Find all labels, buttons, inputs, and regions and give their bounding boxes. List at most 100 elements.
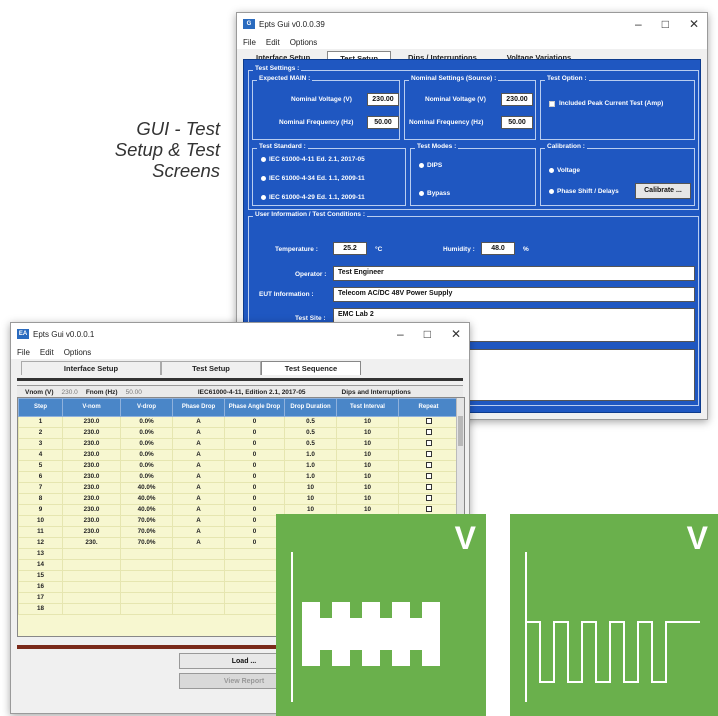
repeat-checkbox[interactable] (425, 495, 432, 502)
table-cell[interactable]: A (172, 515, 225, 527)
standard-radio-3[interactable] (261, 195, 266, 200)
repeat-cell[interactable] (398, 427, 459, 439)
table-cell[interactable]: 10 (336, 460, 399, 472)
table-cell[interactable]: 0.0% (120, 471, 173, 483)
calibrate-button[interactable]: Calibrate ... (635, 183, 691, 199)
column-header-drop-duration[interactable]: Drop Duration (284, 398, 337, 417)
column-header-vdrop[interactable]: V-drop (120, 398, 173, 417)
table-cell[interactable] (120, 603, 173, 615)
table-cell[interactable]: A (172, 504, 225, 516)
table-cell[interactable]: 230.0 (62, 504, 121, 516)
table-cell[interactable] (62, 559, 121, 571)
table-cell[interactable] (172, 548, 225, 560)
tab-test-setup[interactable]: Test Setup (161, 361, 261, 375)
table-row[interactable]: 1 230.0 0.0% A 0 0.5 10 (18, 416, 459, 428)
table-cell[interactable]: 2 (18, 427, 63, 439)
maximize-icon[interactable]: □ (424, 327, 431, 341)
table-cell[interactable]: A (172, 526, 225, 538)
table-cell[interactable]: 230.0 (62, 449, 121, 461)
maximize-icon[interactable]: □ (662, 17, 669, 31)
table-cell[interactable]: 1.0 (284, 449, 337, 461)
table-cell[interactable] (62, 592, 121, 604)
table-cell[interactable]: 16 (18, 581, 63, 593)
table-cell[interactable]: 230.0 (62, 427, 121, 439)
menu-edit[interactable]: Edit (266, 38, 280, 47)
mode-radio-bypass[interactable] (419, 191, 424, 196)
table-cell[interactable] (120, 581, 173, 593)
table-cell[interactable]: 0 (224, 493, 285, 505)
menu-file[interactable]: File (243, 38, 256, 47)
column-header-repeat[interactable]: Repeat (398, 398, 459, 417)
table-cell[interactable]: 0 (224, 449, 285, 461)
table-cell[interactable] (172, 603, 225, 615)
table-cell[interactable]: 0.5 (284, 438, 337, 450)
repeat-checkbox[interactable] (425, 484, 432, 491)
operator-input[interactable]: Test Engineer (333, 266, 695, 281)
column-header-test-interval[interactable]: Test Interval (336, 398, 399, 417)
table-cell[interactable]: 230.0 (62, 438, 121, 450)
standard-radio-1[interactable] (261, 157, 266, 162)
standard-radio-2[interactable] (261, 176, 266, 181)
repeat-cell[interactable] (398, 460, 459, 472)
table-cell[interactable]: 70.0% (120, 537, 173, 549)
table-cell[interactable] (62, 548, 121, 560)
table-cell[interactable]: A (172, 416, 225, 428)
table-cell[interactable]: 3 (18, 438, 63, 450)
table-cell[interactable]: 5 (18, 460, 63, 472)
table-row[interactable]: 8 230.0 40.0% A 0 10 10 (18, 493, 459, 505)
table-cell[interactable]: 0.0% (120, 427, 173, 439)
table-cell[interactable] (62, 603, 121, 615)
table-cell[interactable]: 4 (18, 449, 63, 461)
calibration-radio-voltage[interactable] (549, 168, 554, 173)
table-cell[interactable]: 10 (18, 515, 63, 527)
table-cell[interactable]: 40.0% (120, 504, 173, 516)
table-cell[interactable]: 230.0 (62, 460, 121, 472)
table-row[interactable]: 4 230.0 0.0% A 0 1.0 10 (18, 449, 459, 461)
table-cell[interactable]: 10 (336, 482, 399, 494)
table-cell[interactable]: 230.0 (62, 515, 121, 527)
table-cell[interactable]: 0.5 (284, 416, 337, 428)
table-cell[interactable]: A (172, 460, 225, 472)
table-row[interactable]: 7 230.0 40.0% A 0 10 10 (18, 482, 459, 494)
table-cell[interactable]: 0 (224, 416, 285, 428)
table-cell[interactable]: 1 (18, 416, 63, 428)
table-cell[interactable]: 17 (18, 592, 63, 604)
table-row[interactable]: 5 230.0 0.0% A 0 1.0 10 (18, 460, 459, 472)
repeat-cell[interactable] (398, 493, 459, 505)
table-cell[interactable]: 0.0% (120, 449, 173, 461)
table-cell[interactable]: 6 (18, 471, 63, 483)
table-row[interactable]: 6 230.0 0.0% A 0 1.0 10 (18, 471, 459, 483)
table-cell[interactable]: 0.5 (284, 427, 337, 439)
table-cell[interactable]: A (172, 427, 225, 439)
humidity-input[interactable]: 48.0 (481, 242, 515, 255)
table-cell[interactable] (172, 592, 225, 604)
table-cell[interactable] (120, 570, 173, 582)
table-cell[interactable]: 70.0% (120, 526, 173, 538)
table-cell[interactable]: 0.0% (120, 460, 173, 472)
table-cell[interactable]: 230.0 (62, 416, 121, 428)
expected-voltage-input[interactable]: 230.00 (367, 93, 399, 106)
table-cell[interactable]: 230.0 (62, 493, 121, 505)
repeat-cell[interactable] (398, 471, 459, 483)
repeat-checkbox[interactable] (425, 462, 432, 469)
table-cell[interactable]: A (172, 537, 225, 549)
table-cell[interactable]: 230.0 (62, 526, 121, 538)
repeat-checkbox[interactable] (425, 440, 432, 447)
table-cell[interactable] (62, 581, 121, 593)
table-cell[interactable]: 18 (18, 603, 63, 615)
table-cell[interactable]: 0 (224, 438, 285, 450)
source-voltage-input[interactable]: 230.00 (501, 93, 533, 106)
table-cell[interactable] (120, 559, 173, 571)
table-cell[interactable]: 10 (284, 493, 337, 505)
table-cell[interactable]: 10 (336, 427, 399, 439)
table-cell[interactable]: 40.0% (120, 482, 173, 494)
table-cell[interactable]: 40.0% (120, 493, 173, 505)
table-cell[interactable]: 0 (224, 427, 285, 439)
repeat-checkbox[interactable] (425, 473, 432, 480)
table-cell[interactable]: 13 (18, 548, 63, 560)
expected-frequency-input[interactable]: 50.00 (367, 116, 399, 129)
scrollbar-thumb[interactable] (458, 416, 463, 446)
repeat-checkbox[interactable] (425, 451, 432, 458)
table-cell[interactable]: 230.0 (62, 471, 121, 483)
close-icon[interactable]: ✕ (689, 17, 699, 31)
